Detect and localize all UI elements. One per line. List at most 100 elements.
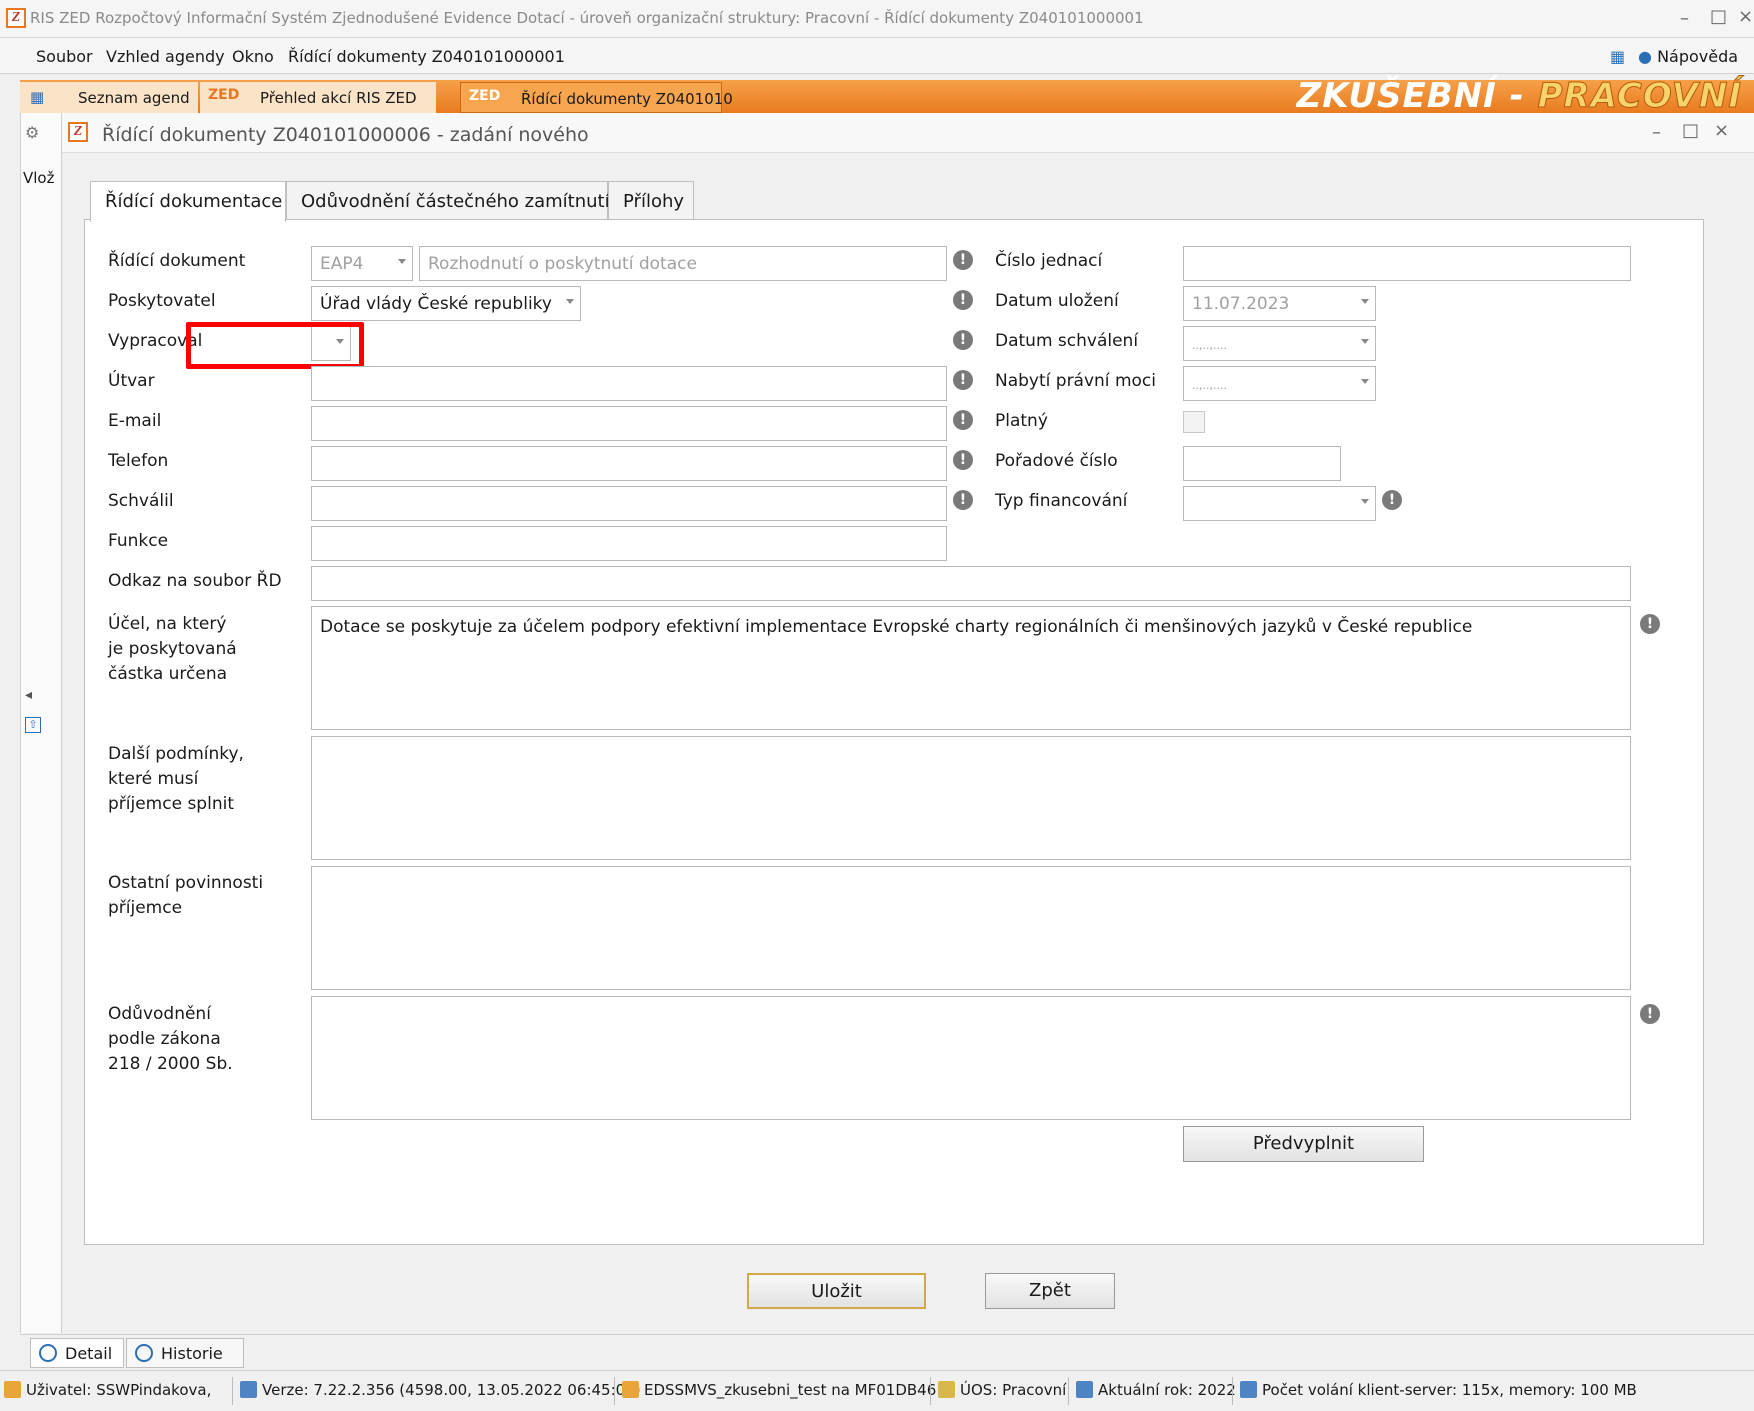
label-line: je poskytovaná [108, 639, 237, 659]
dialog-close-icon[interactable]: × [1714, 120, 1729, 141]
dalsi-podminky-textarea[interactable] [311, 736, 1631, 860]
nabyti-picker[interactable]: ..,..,.... [1183, 366, 1376, 401]
ucel-textarea[interactable]: Dotace se poskytuje za účelem podpory ef… [311, 606, 1631, 730]
info-icon[interactable]: ! [953, 290, 973, 310]
tab-ridici-dokumentace[interactable]: Řídící dokumentace [90, 181, 286, 222]
background-label-fragment: Vlož [23, 169, 55, 187]
menu-vzhled-agendy[interactable]: Vzhled agendy [106, 47, 225, 66]
status-bar: Uživatel: SSWPindakova, Verze: 7.22.2.35… [0, 1370, 1754, 1411]
status-separator [232, 1377, 233, 1405]
close-icon[interactable]: × [1738, 6, 1753, 27]
ridici-dokument-code-select[interactable]: EAP4 [311, 246, 413, 281]
poradove-cislo-field[interactable] [1183, 446, 1341, 481]
schvalil-field[interactable] [311, 486, 947, 521]
help-icon: ● [1638, 47, 1652, 66]
tab-label: Detail [65, 1344, 113, 1363]
info-icon[interactable]: ! [953, 250, 973, 270]
label-schvalil: Schválil [108, 491, 174, 511]
predvyplnit-button[interactable]: Předvyplnit [1183, 1126, 1424, 1162]
highlight-box [186, 322, 364, 369]
tab-ridici-dokumenty[interactable]: ZED Řídící dokumenty Z0401010 [460, 82, 733, 113]
label-datum-ulozeni: Datum uložení [995, 291, 1119, 311]
funkce-field[interactable] [311, 526, 947, 561]
grid-icon: ▦ [30, 88, 45, 106]
platny-checkbox[interactable] [1183, 411, 1205, 433]
tab-oduvodneni[interactable]: Odůvodnění částečného zamítnutí [286, 181, 610, 220]
label-funkce: Funkce [108, 531, 169, 551]
ostatni-povinnosti-textarea[interactable] [311, 866, 1631, 990]
info-icon[interactable]: ! [953, 370, 973, 390]
help-link[interactable]: ● Nápověda [1638, 47, 1738, 66]
zed-icon: ZED [469, 88, 501, 104]
dialog-minimize-icon[interactable]: – [1652, 122, 1661, 143]
info-icon[interactable]: ! [953, 410, 973, 430]
status-user: Uživatel: SSWPindakova, [4, 1381, 211, 1399]
typ-financovani-select[interactable] [1183, 486, 1376, 521]
tab-prehled-akci[interactable]: ZED Přehled akcí RIS ZED [200, 82, 436, 113]
minimize-icon[interactable]: – [1680, 8, 1689, 29]
menu-bar: Soubor Vzhled agendy Okno Řídící dokumen… [0, 38, 1754, 74]
app-title: RIS ZED Rozpočtový Informační Systém Zje… [30, 9, 1144, 27]
structure-icon [938, 1381, 955, 1398]
tab-detail[interactable]: Detail [30, 1338, 124, 1368]
monitor-icon [1240, 1381, 1257, 1398]
ridici-dokument-code-value: EAP4 [320, 254, 364, 274]
poskytovatel-select[interactable]: Úřad vlády České republiky [311, 286, 581, 321]
info-icon[interactable]: ! [1640, 1004, 1660, 1024]
bottom-tab-bar: Detail Historie [20, 1334, 1754, 1370]
tab-historie[interactable]: Historie [126, 1338, 244, 1368]
layout-icon[interactable]: ▦ [1610, 47, 1625, 66]
dialog-logo-icon: Z [68, 122, 88, 142]
status-separator [1232, 1377, 1233, 1405]
label-ostatni-povinnosti: Ostatní povinnosti příjemce [108, 871, 263, 921]
oduvodneni-textarea[interactable] [311, 996, 1631, 1120]
email-field[interactable] [311, 406, 947, 441]
status-calls: Počet volání klient-server: 115x, memory… [1240, 1381, 1637, 1399]
label-datum-schvaleni: Datum schválení [995, 331, 1139, 351]
menu-ridici-dokumenty[interactable]: Řídící dokumenty Z040101000001 [288, 47, 565, 66]
maximize-icon[interactable]: □ [1710, 6, 1727, 27]
menu-soubor[interactable]: Soubor [36, 47, 93, 66]
label-ridici-dokument: Řídící dokument [108, 251, 246, 271]
status-text: ÚOS: Pracovní [960, 1381, 1067, 1399]
ulozit-button[interactable]: Uložit [747, 1273, 926, 1309]
label-line: které musí [108, 769, 199, 789]
menu-okno[interactable]: Okno [232, 47, 274, 66]
info-icon[interactable]: ! [1382, 490, 1402, 510]
info-icon[interactable]: ! [953, 330, 973, 350]
chevron-down-icon [1361, 379, 1369, 384]
label-line: Další podmínky, [108, 744, 244, 764]
tab-seznam-agend[interactable]: ▦ Seznam agend [20, 82, 198, 113]
utvar-field[interactable] [311, 366, 947, 401]
status-text: EDSSMVS_zkusebni_test na MF01DB46 [644, 1381, 937, 1399]
cislo-jednaci-field[interactable] [1183, 246, 1631, 281]
zpet-button[interactable]: Zpět [985, 1273, 1115, 1309]
odkaz-field[interactable] [311, 566, 1631, 601]
info-icon[interactable]: ! [1640, 614, 1660, 634]
chevron-down-icon [1361, 299, 1369, 304]
brand-right: PRACOVNÍ [1537, 76, 1742, 117]
ridici-dokument-name-field[interactable]: Rozhodnutí o poskytnutí dotace [419, 246, 947, 281]
dialog-maximize-icon[interactable]: □ [1682, 120, 1699, 141]
status-text: Aktuální rok: 2022 [1098, 1381, 1236, 1399]
info-icon[interactable]: ! [953, 450, 973, 470]
datum-ulozeni-picker[interactable]: 11.07.2023 [1183, 286, 1376, 321]
label-line: příjemce [108, 898, 183, 918]
status-text: Počet volání klient-server: 115x, memory… [1262, 1381, 1637, 1399]
poskytovatel-value: Úřad vlády České republiky [320, 294, 552, 314]
user-icon [4, 1381, 21, 1398]
help-label: Nápověda [1657, 47, 1739, 66]
telefon-field[interactable] [311, 446, 947, 481]
info-icon[interactable]: ! [953, 490, 973, 510]
scroll-left-icon[interactable]: ◂ [25, 687, 32, 703]
datum-ulozeni-value: 11.07.2023 [1192, 294, 1290, 314]
expand-icon[interactable]: ⇧ [25, 717, 41, 733]
status-version: Verze: 7.22.2.356 (4598.00, 13.05.2022 0… [240, 1381, 641, 1399]
status-text: Verze: 7.22.2.356 (4598.00, 13.05.2022 0… [262, 1381, 641, 1399]
tab-label: Seznam agend [78, 89, 190, 107]
tab-prilohy[interactable]: Přílohy [608, 181, 694, 220]
label-poradove: Pořadové číslo [995, 451, 1118, 471]
chevron-down-icon [398, 259, 406, 264]
datum-schvaleni-picker[interactable]: ..,..,.... [1183, 326, 1376, 361]
tab-label: Historie [161, 1344, 223, 1363]
